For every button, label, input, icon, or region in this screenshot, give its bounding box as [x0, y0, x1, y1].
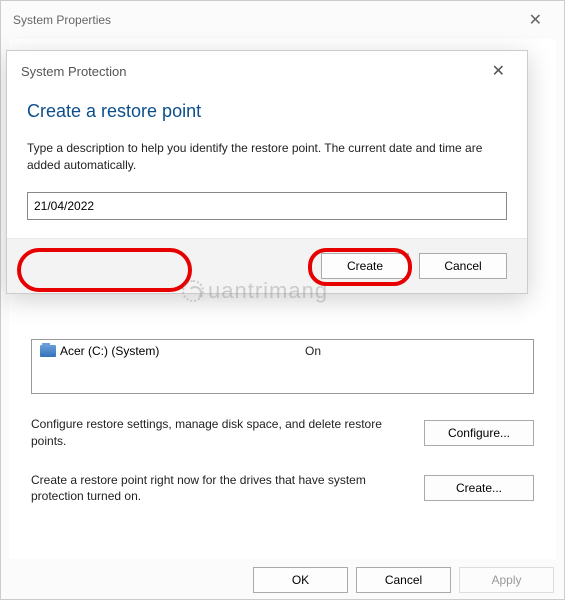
parent-title: System Properties	[13, 13, 111, 27]
system-protection-dialog: System Protection ✕ Create a restore poi…	[6, 50, 528, 294]
dialog-title: System Protection	[21, 64, 127, 79]
table-row[interactable]: Acer (C:) (System) On	[40, 344, 525, 358]
apply-button: Apply	[459, 567, 554, 593]
dialog-heading: Create a restore point	[27, 101, 507, 122]
drive-status-cell: On	[305, 344, 321, 358]
parent-titlebar: System Properties ✕	[1, 1, 564, 39]
drive-name-text: Acer (C:) (System)	[60, 344, 159, 358]
create-row: Create a restore point right now for the…	[31, 472, 534, 506]
drive-name-cell: Acer (C:) (System)	[40, 344, 305, 358]
dialog-cancel-button[interactable]: Cancel	[419, 253, 507, 279]
dialog-titlebar: System Protection ✕	[7, 51, 527, 91]
dialog-body: Create a restore point Type a descriptio…	[7, 91, 527, 238]
drive-list: Acer (C:) (System) On	[31, 339, 534, 394]
create-drive-button[interactable]: Create...	[424, 475, 534, 501]
dialog-buttons: Create Cancel	[7, 238, 527, 293]
create-text: Create a restore point right now for the…	[31, 472, 404, 506]
dialog-close-icon[interactable]: ✕	[484, 57, 513, 85]
restore-point-description-input[interactable]	[27, 192, 507, 220]
drive-icon	[40, 345, 56, 357]
cancel-button[interactable]: Cancel	[356, 567, 451, 593]
configure-row: Configure restore settings, manage disk …	[31, 416, 534, 450]
ok-button[interactable]: OK	[253, 567, 348, 593]
bottom-buttons: OK Cancel Apply	[253, 567, 554, 593]
dialog-description: Type a description to help you identify …	[27, 140, 507, 174]
parent-close-icon[interactable]: ✕	[519, 6, 552, 34]
dialog-create-button[interactable]: Create	[321, 253, 409, 279]
configure-button[interactable]: Configure...	[424, 420, 534, 446]
configure-text: Configure restore settings, manage disk …	[31, 416, 404, 450]
